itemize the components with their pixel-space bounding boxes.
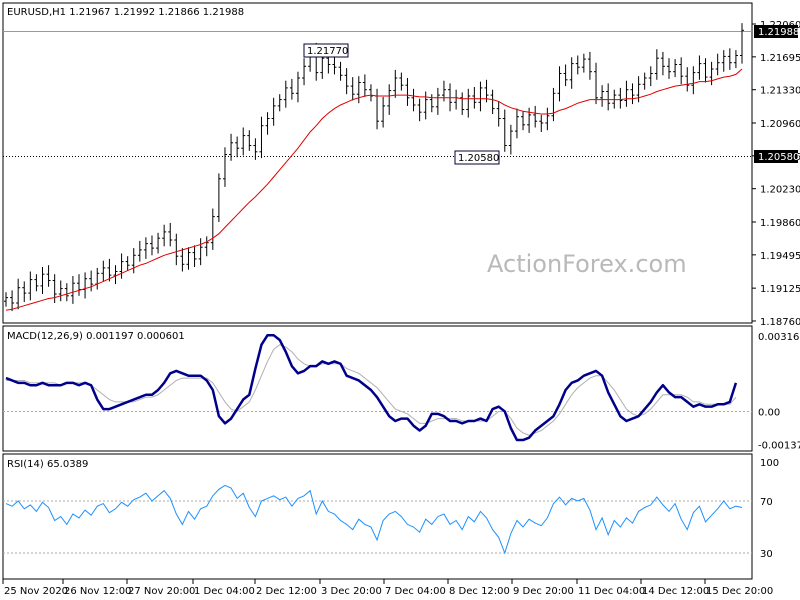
price-tick-label: 1.21330	[760, 86, 800, 97]
rsi-tick-label: 30	[760, 549, 773, 560]
time-tick-label: 8 Dec 12:00	[449, 586, 510, 597]
time-tick-label: 2 Dec 12:00	[256, 586, 317, 597]
price-tick-label: 1.19125	[760, 284, 800, 295]
rsi-header: RSI(14) 65.0389	[7, 459, 88, 470]
price-tick-label: 1.20230	[760, 185, 800, 196]
time-tick-label: 27 Nov 20:00	[128, 586, 195, 597]
last-price-text: 1.21988	[758, 27, 799, 38]
price-tick-label: 1.19495	[760, 251, 800, 262]
level-price-tag: 1.20580	[754, 150, 799, 163]
macd-tick-label: -0.001377	[758, 440, 800, 451]
time-tick-label: 14 Dec 12:00	[642, 586, 709, 597]
last-price-tag: 1.21988	[754, 25, 799, 38]
price-header: EURUSD,H1 1.21967 1.21992 1.21866 1.2198…	[7, 7, 244, 18]
price-tick-label: 1.21695	[760, 53, 800, 64]
time-tick-label: 15 Dec 20:00	[706, 586, 773, 597]
annotation-high: 1.21770	[303, 43, 349, 58]
price-tick-label: 1.19860	[760, 218, 800, 229]
time-tick-label: 9 Dec 20:00	[513, 586, 574, 597]
annotation-high-text: 1.21770	[307, 46, 348, 57]
time-tick-label: 25 Nov 2020	[4, 586, 68, 597]
time-tick-label: 7 Dec 04:00	[385, 586, 446, 597]
macd-tick-label: 0.003168	[758, 332, 800, 343]
annotation-low-text: 1.20580	[458, 153, 499, 164]
time-tick-label: 1 Dec 04:00	[194, 586, 255, 597]
macd-header: MACD(12,26,9) 0.001197 0.000601	[7, 331, 185, 342]
rsi-tick-label: 100	[760, 458, 779, 469]
price-tick-label: 1.18760	[760, 317, 800, 328]
rsi-tick-label: 70	[760, 497, 773, 508]
time-tick-label: 11 Dec 04:00	[578, 586, 645, 597]
chart: ActionForex.com EURUSD,H1 1.21967 1.2199…	[2, 2, 800, 597]
time-tick-label: 26 Nov 12:00	[64, 586, 131, 597]
price-tick-label: 1.20960	[760, 119, 800, 130]
rsi-panel	[2, 453, 753, 580]
annotation-low: 1.20580	[454, 150, 500, 165]
time-tick-label: 3 Dec 20:00	[321, 586, 382, 597]
level-price-text: 1.20580	[758, 152, 799, 163]
watermark: ActionForex.com	[487, 250, 687, 278]
macd-tick-label: 0.00	[758, 407, 780, 418]
